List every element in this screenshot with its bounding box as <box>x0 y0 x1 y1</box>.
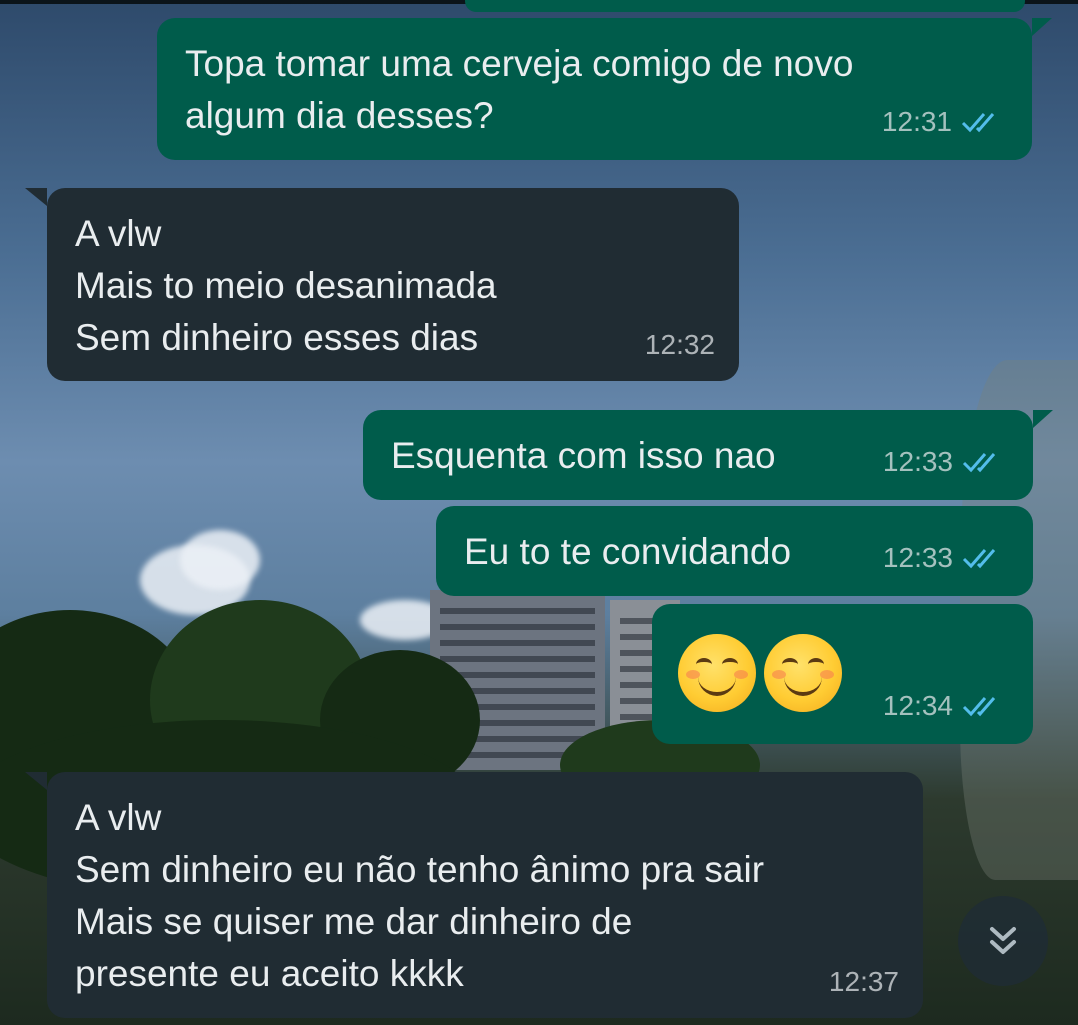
double-check-read-icon <box>962 453 996 473</box>
message-bubble-outgoing[interactable]: Esquenta com isso nao 12:33 <box>363 410 1053 500</box>
message-time: 12:34 <box>882 690 953 721</box>
double-check-read-icon <box>962 697 996 717</box>
message-text: A vlw Mais to meio desanimada Sem dinhei… <box>75 213 497 358</box>
message-bubble-outgoing[interactable]: Eu to te convidando 12:33 <box>436 506 1033 596</box>
message-bubble-incoming[interactable]: A vlw Mais to meio desanimada Sem dinhei… <box>25 188 739 381</box>
message-bubble-outgoing[interactable]: 12:34 <box>652 604 1033 744</box>
smiling-face-with-smiling-eyes-icon <box>764 634 842 712</box>
message-text: A vlw Sem dinheiro eu não tenho ânimo pr… <box>75 797 765 994</box>
smiling-face-with-smiling-eyes-icon <box>678 634 756 712</box>
message-bubble-outgoing[interactable]: Topa tomar uma cerveja comigo de novo al… <box>157 18 1052 160</box>
message-time: 12:31 <box>881 106 952 137</box>
message-time: 12:32 <box>644 329 715 360</box>
message-time: 12:37 <box>828 966 899 997</box>
message-time: 12:33 <box>882 542 953 573</box>
double-check-read-icon <box>961 113 995 133</box>
message-time: 12:33 <box>882 446 953 477</box>
double-check-read-icon <box>962 549 996 569</box>
previous-message-edge <box>465 0 1025 12</box>
scroll-to-bottom-button[interactable] <box>958 896 1048 986</box>
message-bubble-incoming[interactable]: A vlw Sem dinheiro eu não tenho ânimo pr… <box>25 772 923 1018</box>
double-chevron-down-icon <box>990 927 1016 954</box>
